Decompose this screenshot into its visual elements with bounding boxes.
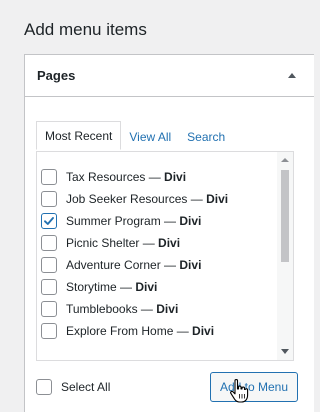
list-item[interactable]: Picnic Shelter — Divi — [37, 232, 277, 254]
list-item[interactable]: Summer Program — Divi — [37, 210, 277, 232]
page-title: Job Seeker Resources — [66, 192, 188, 206]
list-item[interactable]: Tumblebooks — Divi — [37, 298, 277, 320]
list-item[interactable]: Adventure Corner — Divi — [37, 254, 277, 276]
list-item-label: Adventure Corner — Divi — [66, 258, 201, 272]
list-item[interactable]: Tax Resources — Divi — [37, 166, 277, 188]
page-checkbox[interactable] — [41, 169, 57, 185]
list-item-label: Tax Resources — Divi — [66, 170, 186, 184]
select-all-checkbox[interactable] — [36, 379, 52, 395]
tab-most-recent[interactable]: Most Recent — [36, 121, 122, 150]
pages-list-box: Tax Resources — Divi Job Seeker Resources… — [36, 151, 294, 361]
add-to-menu-button[interactable]: Add to Menu — [209, 372, 298, 402]
page-checkbox[interactable] — [41, 279, 57, 295]
page-checkbox[interactable] — [41, 323, 57, 339]
page-builder: Divi — [179, 214, 202, 228]
separator: — — [145, 170, 165, 184]
page-title: Summer Program — [66, 214, 161, 228]
check-icon — [44, 217, 54, 225]
page-builder: Divi — [179, 258, 202, 272]
list-item[interactable]: Job Seeker Resources — Divi — [37, 188, 277, 210]
pages-panel: Pages Most Recent View All Search Tax Re… — [24, 54, 314, 412]
page-title: Adventure Corner — [66, 258, 161, 272]
list-item-label: Storytime — Divi — [66, 280, 157, 294]
list-item-label: Summer Program — Divi — [66, 214, 201, 228]
separator: — — [137, 302, 157, 316]
list-item[interactable]: Explore From Home — Divi — [37, 320, 277, 342]
page-title: Explore From Home — [66, 324, 174, 338]
select-all[interactable]: Select All — [36, 379, 110, 395]
panel-title: Pages — [37, 68, 76, 83]
scrollbar[interactable] — [277, 152, 293, 360]
page-title: Tumblebooks — [66, 302, 138, 316]
pages-list: Tax Resources — Divi Job Seeker Resources… — [37, 166, 277, 342]
page-title: Picnic Shelter — [66, 236, 140, 250]
page-builder: Divi — [164, 170, 187, 184]
page-checkbox[interactable] — [41, 301, 57, 317]
separator: — — [160, 214, 180, 228]
page-checkbox[interactable] — [41, 257, 57, 273]
caret-up-icon[interactable] — [288, 73, 296, 78]
page-builder: Divi — [206, 192, 229, 206]
hand-pointer-icon — [230, 379, 249, 403]
pages-panel-header[interactable]: Pages — [25, 55, 314, 97]
list-item[interactable]: Storytime — Divi — [37, 276, 277, 298]
page-title: Storytime — [66, 280, 117, 294]
tab-bar: Most Recent View All Search — [36, 121, 233, 150]
list-item-label: Picnic Shelter — Divi — [66, 236, 180, 250]
separator: — — [160, 258, 180, 272]
tab-view-all[interactable]: View All — [121, 123, 179, 150]
select-all-label: Select All — [61, 380, 111, 394]
scroll-up-arrow-icon[interactable] — [281, 158, 289, 162]
separator: — — [139, 236, 159, 250]
page-builder: Divi — [158, 236, 181, 250]
separator: — — [173, 324, 193, 338]
page-checkbox[interactable] — [41, 191, 57, 207]
page-builder: Divi — [156, 302, 179, 316]
separator: — — [116, 280, 136, 294]
tab-search[interactable]: Search — [179, 123, 233, 150]
page-heading: Add menu items — [24, 20, 147, 39]
page-builder: Divi — [135, 280, 158, 294]
panel-footer: Select All Add to Menu — [36, 371, 298, 403]
page-builder: Divi — [192, 324, 215, 338]
list-item-label: Tumblebooks — Divi — [66, 302, 178, 316]
scroll-down-arrow-icon[interactable] — [281, 349, 289, 354]
list-item-label: Job Seeker Resources — Divi — [66, 192, 228, 206]
separator: — — [187, 192, 207, 206]
page-checkbox[interactable] — [41, 213, 57, 229]
list-item-label: Explore From Home — Divi — [66, 324, 214, 338]
page-checkbox[interactable] — [41, 235, 57, 251]
page-title: Tax Resources — [66, 170, 146, 184]
scrollbar-thumb[interactable] — [281, 170, 289, 262]
